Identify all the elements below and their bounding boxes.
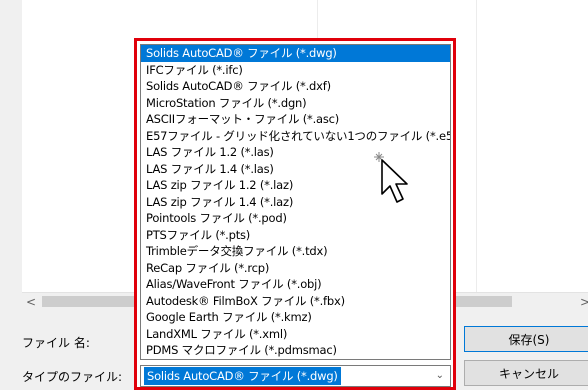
filetype-option-xml[interactable]: LandXML ファイル (*.xml) [141,326,450,343]
cancel-button[interactable]: キャンセル [464,360,588,386]
filetype-option-pod[interactable]: Pointools ファイル (*.pod) [141,210,450,227]
filetype-dropdown-highlight: Solids AutoCAD® ファイル (*.dwg) IFCファイル (*.… [134,38,456,390]
scroll-left-icon[interactable]: < [26,295,36,309]
arrow-cursor-icon [374,152,408,203]
filetype-select[interactable]: Solids AutoCAD® ファイル (*.dwg) ⌄ [140,365,451,387]
filetype-option-ifc[interactable]: IFCファイル (*.ifc) [141,62,450,79]
filetype-option-rcp[interactable]: ReCap ファイル (*.rcp) [141,260,450,277]
filetype-option-obj[interactable]: Alias/WaveFront ファイル (*.obj) [141,276,450,293]
filetype-label: タイプのファイル: [22,370,123,384]
filetype-option-pdmsmac[interactable]: PDMS マクロファイル (*.pdmsmac) [141,342,450,359]
filetype-selected-value: Solids AutoCAD® ファイル (*.dwg) [144,367,341,385]
filetype-option-pts[interactable]: PTSファイル (*.pts) [141,227,450,244]
filetype-option-fbx[interactable]: Autodesk® FilmBoX ファイル (*.fbx) [141,293,450,310]
filetype-option-dwg[interactable]: Solids AutoCAD® ファイル (*.dwg) [141,45,450,62]
chevron-down-icon[interactable]: ⌄ [436,370,444,381]
filetype-option-kmz[interactable]: Google Earth ファイル (*.kmz) [141,309,450,326]
filetype-option-dgn[interactable]: MicroStation ファイル (*.dgn) [141,95,450,112]
save-button[interactable]: 保存(S) [464,326,588,352]
filetype-option-tdx[interactable]: Trimbleデータ交換ファイル (*.tdx) [141,243,450,260]
scroll-right-icon[interactable]: > [580,295,588,309]
filename-label: ファイル 名: [22,336,90,350]
filetype-option-dxf[interactable]: Solids AutoCAD® ファイル (*.dxf) [141,78,450,95]
filetype-option-asc[interactable]: ASCIIフォーマット・ファイル (*.asc) [141,111,450,128]
column-divider [476,0,477,292]
filetype-option-e57[interactable]: E57ファイル - グリッド化されていない1つのファイル (*.e57) [141,128,450,145]
